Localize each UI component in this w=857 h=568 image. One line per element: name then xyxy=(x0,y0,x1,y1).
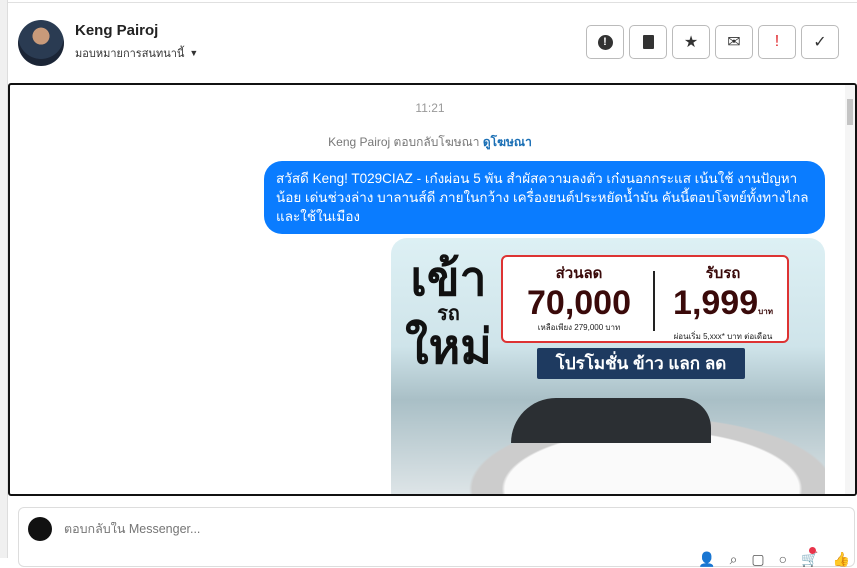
ad-image[interactable]: เข้า รถ ใหม่ ส่วนลด 70,000 เหลือเพียง 279,00… xyxy=(391,238,825,494)
page-avatar xyxy=(28,517,52,541)
get-car-label: รับรถ xyxy=(705,265,741,282)
message-bubble: สวัสดี Keng! T029CIAZ - เก๋งผ่อน 5 พัน ส… xyxy=(264,161,825,234)
delete-button[interactable] xyxy=(629,25,667,59)
add-person-icon[interactable]: 👤 xyxy=(698,551,715,568)
timestamp: 11:21 xyxy=(415,101,445,115)
top-divider xyxy=(0,0,857,3)
discount-column: ส่วนลด 70,000 เหลือเพียง 279,000 บาท xyxy=(509,261,649,334)
offer-box: ส่วนลด 70,000 เหลือเพียง 279,000 บาท รับรถ… xyxy=(501,255,789,343)
follow-up-button[interactable]: ! xyxy=(758,25,796,59)
get-car-column: รับรถ 1,999บาทผ่อนเริ่ม 5,xxx* บาท ต่อเดื… xyxy=(653,261,793,343)
composer-tools: 👤 ⌕ ▢ ○ 🛒 👍 xyxy=(698,551,850,568)
spam-button[interactable]: ! xyxy=(586,25,624,59)
get-car-unit: บาท xyxy=(758,307,773,316)
car-window xyxy=(511,398,711,443)
assign-conversation-dropdown[interactable]: มอบหมายการสนทนานี้ ▼ xyxy=(75,44,198,62)
headline-top: เข้า xyxy=(410,253,487,306)
envelope-icon: ✉ xyxy=(727,34,741,51)
reply-note-text: Keng Pairoj ตอบกลับโฆษณา xyxy=(328,135,480,149)
composer: 👤 ⌕ ▢ ○ 🛒 👍 xyxy=(18,507,855,567)
like-icon[interactable]: 👍 xyxy=(833,551,850,568)
caret-down-icon: ▼ xyxy=(189,48,199,58)
ad-headline: เข้า รถ ใหม่ xyxy=(401,256,496,372)
reply-input[interactable] xyxy=(64,522,664,536)
action-toolbar: ! ★ ✉ ! ✓ xyxy=(586,25,839,59)
check-icon: ✓ xyxy=(813,34,827,51)
left-scrollbar[interactable] xyxy=(0,0,8,558)
discount-note: เหลือเพียง 279,000 บาท xyxy=(537,323,621,332)
scrollbar-thumb[interactable] xyxy=(847,99,853,125)
emoji-icon[interactable]: ○ xyxy=(779,551,787,568)
ad-reply-note: Keng Pairoj ตอบกลับโฆษณา ดูโฆษณา xyxy=(10,133,850,152)
notification-dot xyxy=(809,547,816,554)
assign-label: มอบหมายการสนทนานี้ xyxy=(75,48,185,60)
discount-value: 70,000 xyxy=(527,284,631,322)
avatar[interactable] xyxy=(18,20,64,66)
get-car-note: ผ่อนเริ่ม 5,xxx* บาท ต่อเดือน xyxy=(673,332,773,341)
headline-bottom: ใหม่ xyxy=(405,321,492,374)
discount-label: ส่วนลด xyxy=(555,265,603,282)
trash-icon xyxy=(642,35,654,49)
conversation-panel: 11:21 Keng Pairoj ตอบกลับโฆษณา ดูโฆษณา ส… xyxy=(8,83,857,496)
alert-circle-icon: ! xyxy=(597,34,613,50)
chat-scrollbar[interactable] xyxy=(845,85,855,494)
get-car-value: 1,999 xyxy=(673,284,759,322)
mark-unread-button[interactable]: ✉ xyxy=(715,25,753,59)
promo-banner: โปรโมชั่น ข้าว แลก ลด xyxy=(537,348,745,379)
contact-name: Keng Pairoj xyxy=(75,22,159,39)
saved-reply-icon[interactable]: ▢ xyxy=(751,551,764,568)
star-icon: ★ xyxy=(683,34,699,51)
exclamation-icon: ! xyxy=(774,33,780,50)
view-ad-link[interactable]: ดูโฆษณา xyxy=(483,135,532,149)
mark-done-button[interactable]: ✓ xyxy=(801,25,839,59)
star-button[interactable]: ★ xyxy=(672,25,710,59)
attach-icon[interactable]: ⌕ xyxy=(730,551,738,568)
